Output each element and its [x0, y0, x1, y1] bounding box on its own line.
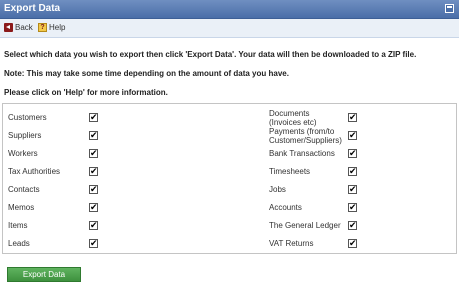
checkbox-timesheets[interactable]: [348, 166, 357, 177]
checkbox-workers[interactable]: [89, 148, 98, 159]
checkbox-documents[interactable]: [348, 112, 357, 123]
option-label-documents: Documents (Invoices etc): [269, 109, 317, 127]
intro-instruction: Select which data you wish to export the…: [4, 50, 417, 59]
checkbox-jobs[interactable]: [348, 184, 357, 195]
option-label-contacts: Contacts: [8, 185, 40, 194]
back-button-label: Back: [15, 23, 33, 32]
option-label-general-ledger: The General Ledger: [269, 221, 341, 230]
option-label-payments-line2: Customer/Suppliers): [269, 136, 342, 145]
option-label-memos: Memos: [8, 203, 35, 212]
option-label-documents-line1: Documents: [269, 109, 310, 118]
option-label-jobs: Jobs: [269, 185, 286, 194]
option-label-bank-transactions: Bank Transactions: [269, 149, 335, 158]
export-options-panel: Customers Suppliers Workers Tax Authorit…: [2, 103, 457, 254]
checkbox-suppliers[interactable]: [89, 130, 98, 141]
checkbox-customers[interactable]: [89, 112, 98, 123]
option-label-customers: Customers: [8, 113, 47, 122]
intro-help-hint: Please click on 'Help' for more informat…: [4, 88, 168, 97]
option-label-accounts: Accounts: [269, 203, 302, 212]
checkbox-items[interactable]: [89, 220, 98, 231]
window-title: Export Data: [4, 3, 61, 14]
checkbox-contacts[interactable]: [89, 184, 98, 195]
option-label-workers: Workers: [8, 149, 38, 158]
checkbox-payments[interactable]: [348, 130, 357, 141]
intro-note: Note: This may take some time depending …: [4, 69, 289, 78]
option-label-leads: Leads: [8, 239, 30, 248]
option-label-vat-returns: VAT Returns: [269, 239, 314, 248]
maximize-icon[interactable]: [445, 4, 454, 13]
checkbox-leads[interactable]: [89, 238, 98, 249]
back-arrow-icon: [4, 23, 13, 32]
option-label-suppliers: Suppliers: [8, 131, 42, 140]
help-button[interactable]: ? Help: [38, 23, 65, 32]
export-data-button[interactable]: Export Data: [7, 267, 81, 282]
checkbox-vat-returns[interactable]: [348, 238, 357, 249]
back-button[interactable]: Back: [4, 23, 33, 32]
option-label-timesheets: Timesheets: [269, 167, 311, 176]
window-titlebar: Export Data: [0, 0, 459, 19]
option-label-payments-line1: Payments (from/to: [269, 127, 335, 136]
help-icon: ?: [38, 23, 47, 32]
option-label-items: Items: [8, 221, 28, 230]
option-label-payments: Payments (from/to Customer/Suppliers): [269, 127, 342, 145]
checkbox-bank-transactions[interactable]: [348, 148, 357, 159]
option-label-tax-authorities: Tax Authorities: [8, 167, 61, 176]
help-button-label: Help: [49, 23, 66, 32]
checkbox-memos[interactable]: [89, 202, 98, 213]
checkbox-general-ledger[interactable]: [348, 220, 357, 231]
option-label-documents-line2: (Invoices etc): [269, 118, 317, 127]
checkbox-tax-authorities[interactable]: [89, 166, 98, 177]
toolbar: Back ? Help: [0, 19, 459, 38]
checkbox-accounts[interactable]: [348, 202, 357, 213]
